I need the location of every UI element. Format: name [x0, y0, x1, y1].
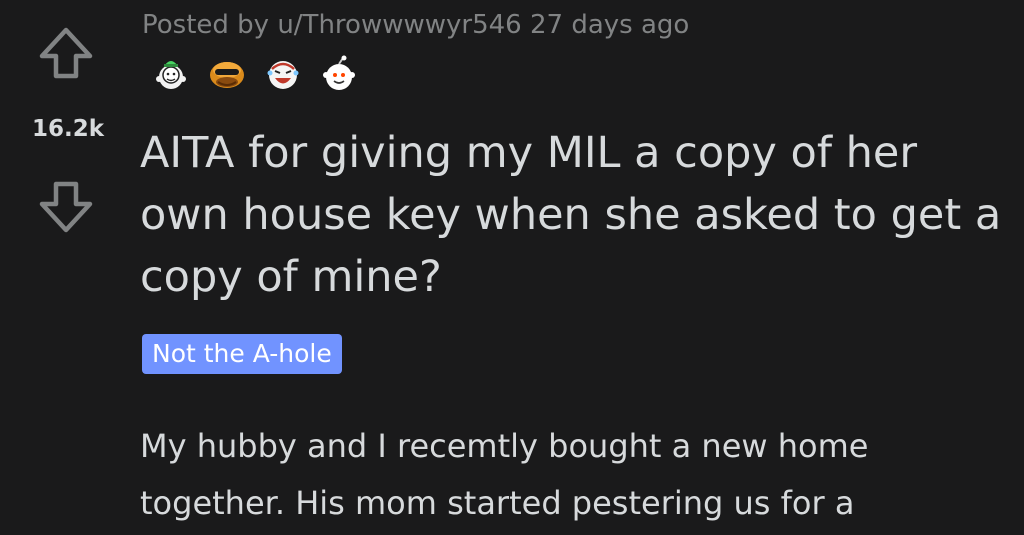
- post-meta[interactable]: Posted by u/Throwwwwyr546 27 days ago: [142, 10, 689, 40]
- upvote-button[interactable]: [36, 24, 96, 84]
- downvote-arrow-icon: [39, 181, 93, 233]
- ape-award-icon[interactable]: [206, 53, 248, 95]
- post-body: My hubby and I recemtly bought a new hom…: [140, 427, 869, 522]
- wholesome-award-icon[interactable]: [318, 53, 360, 95]
- post-title[interactable]: AITA for giving my MIL a copy of her own…: [140, 122, 1010, 308]
- post-flair[interactable]: Not the A-hole: [142, 334, 342, 374]
- upvote-arrow-icon: [39, 27, 93, 79]
- awards-row[interactable]: [150, 52, 360, 96]
- laughing-award-icon[interactable]: [262, 53, 304, 95]
- helpful-award-icon[interactable]: [150, 53, 192, 95]
- vote-score: 16.2k: [31, 116, 105, 142]
- downvote-button[interactable]: [36, 176, 96, 236]
